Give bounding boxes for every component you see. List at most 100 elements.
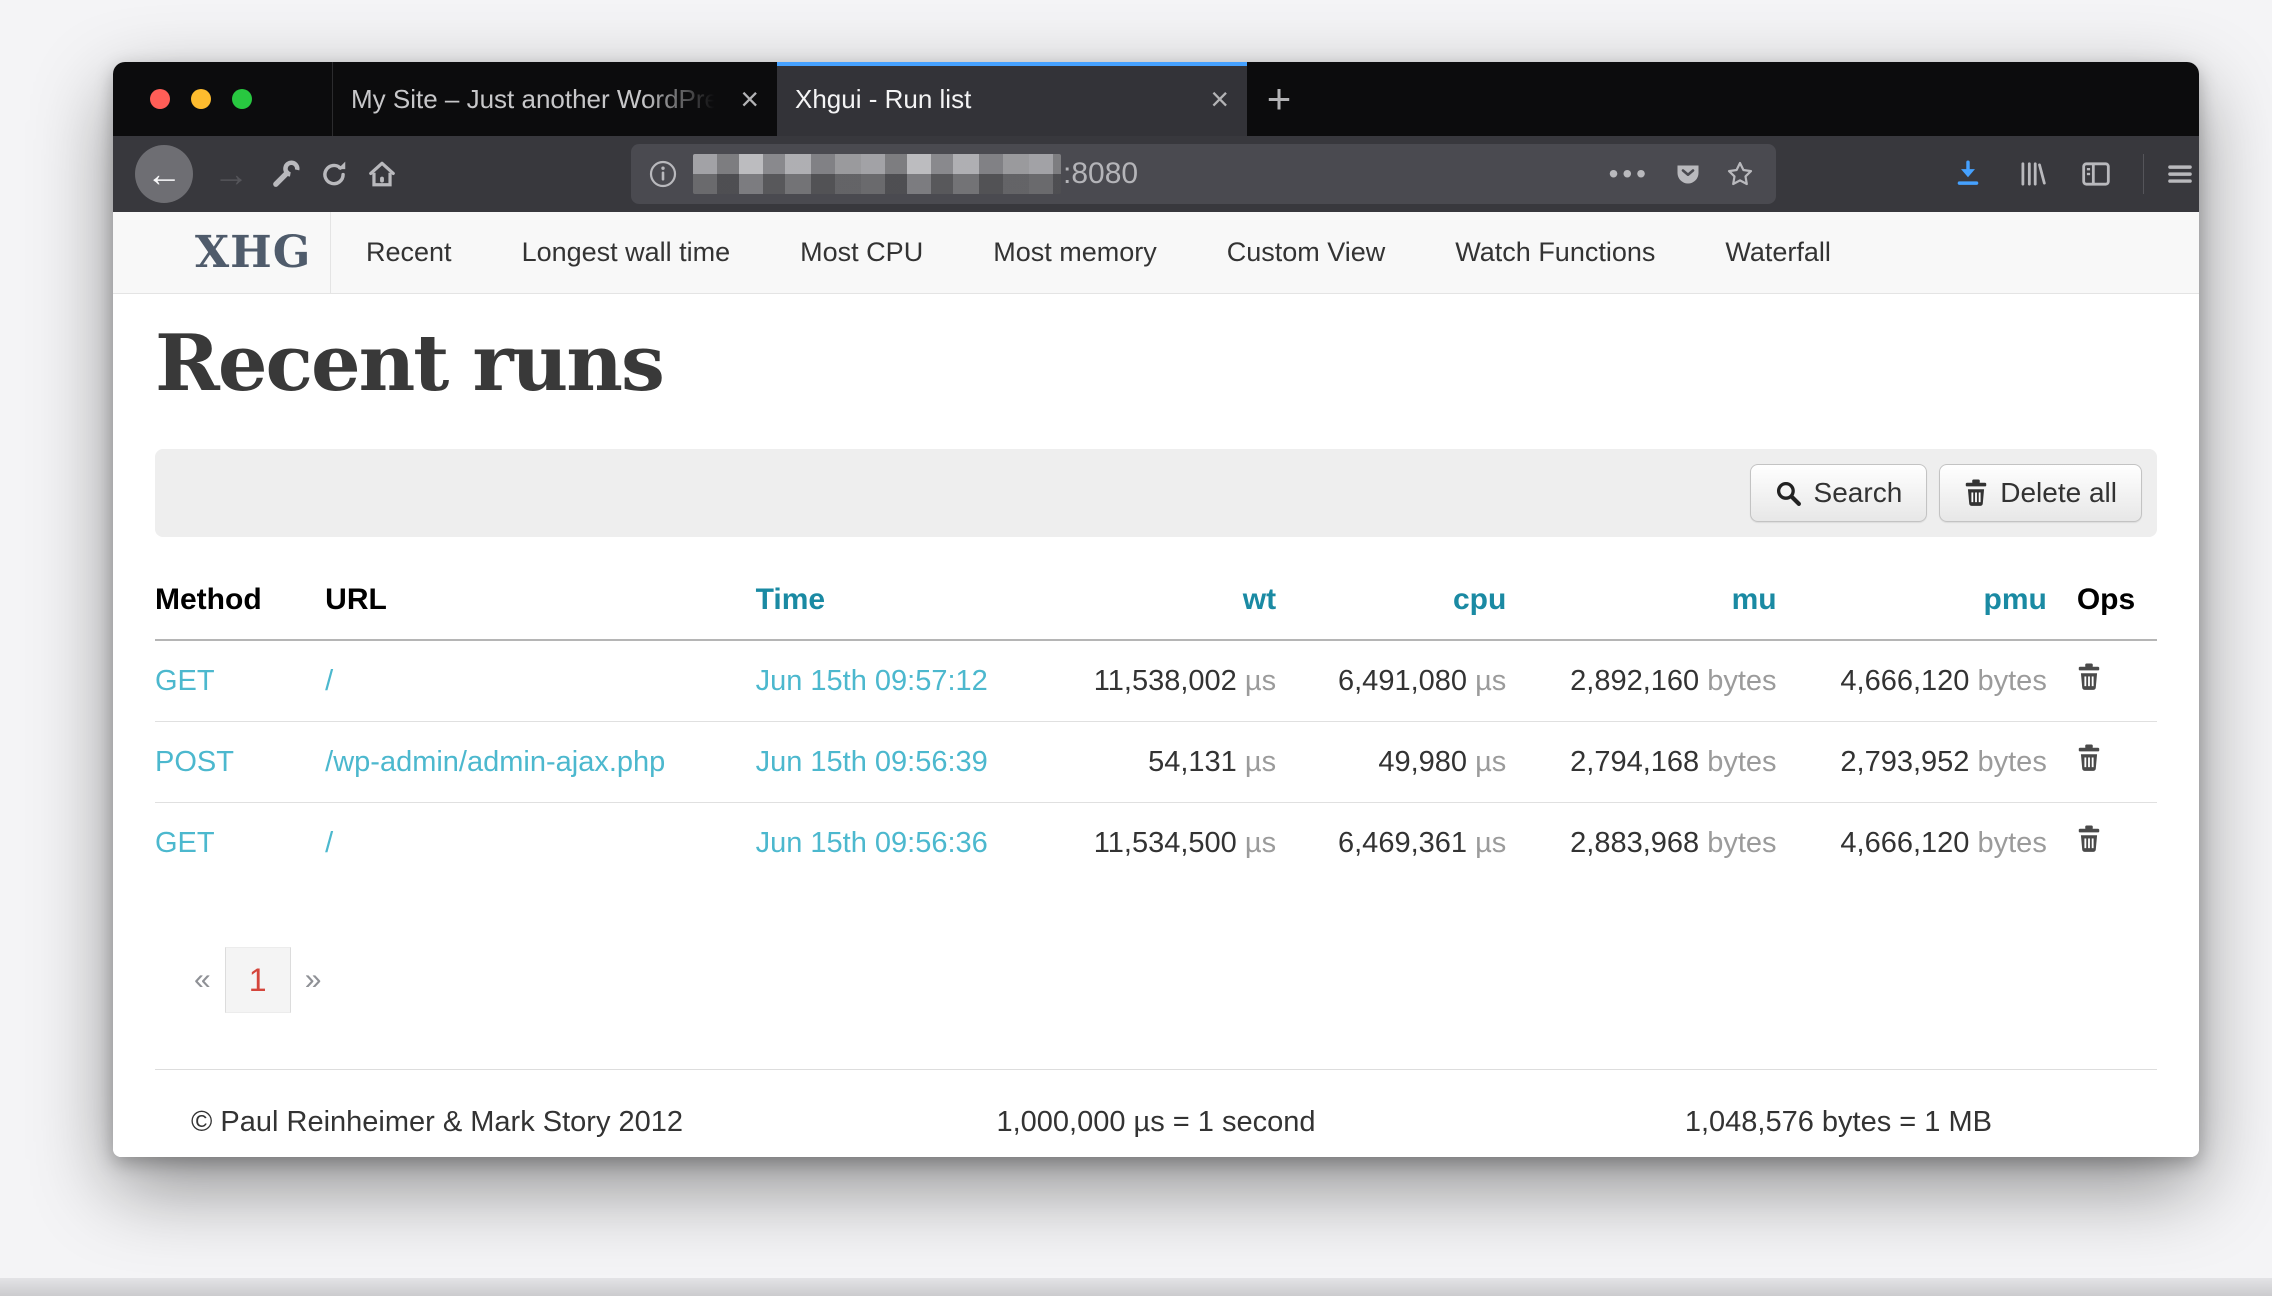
pagination: « 1 »: [180, 947, 2157, 1013]
reload-icon[interactable]: [319, 159, 349, 189]
library-icon[interactable]: [2017, 159, 2047, 189]
footer-time-note: 1,000,000 µs = 1 second: [822, 1106, 1489, 1139]
cpu-value: 6,469,361: [1338, 827, 1467, 859]
delete-all-button[interactable]: Delete all: [1939, 464, 2142, 522]
time-link[interactable]: Jun 15th 09:56:36: [756, 827, 988, 859]
mu-unit: bytes: [1707, 746, 1776, 778]
pmu-value: 2,793,952: [1840, 746, 1969, 778]
menu-icon[interactable]: [2165, 159, 2195, 189]
close-tab-icon[interactable]: ×: [1196, 83, 1229, 115]
fullscreen-window-button[interactable]: [232, 89, 252, 109]
page-content: XHG Recent Longest wall time Most CPU Mo…: [113, 212, 2199, 1157]
nav-item-most-memory[interactable]: Most memory: [958, 212, 1192, 293]
delete-run-button[interactable]: [2077, 744, 2101, 772]
column-header-pmu[interactable]: pmu: [1777, 565, 2047, 640]
wrench-icon[interactable]: [271, 159, 301, 189]
mu-unit: bytes: [1707, 665, 1776, 697]
close-tab-icon[interactable]: ×: [726, 83, 759, 115]
delete-run-button[interactable]: [2077, 825, 2101, 853]
column-header-wt[interactable]: wt: [1016, 565, 1276, 640]
url-link[interactable]: /: [325, 665, 333, 697]
tab-my-site[interactable]: My Site – Just another WordPress si ×: [332, 62, 777, 136]
cpu-value: 49,980: [1378, 746, 1467, 778]
toolbar-divider: [2143, 154, 2144, 194]
nav-item-recent[interactable]: Recent: [331, 212, 487, 293]
xhgui-navbar: XHG Recent Longest wall time Most CPU Mo…: [113, 212, 2199, 294]
mu-unit: bytes: [1707, 827, 1776, 859]
cpu-unit: µs: [1475, 746, 1506, 778]
pmu-unit: bytes: [1978, 665, 2047, 697]
method-link[interactable]: GET: [155, 665, 215, 697]
wt-value: 54,131: [1148, 746, 1237, 778]
column-header-time[interactable]: Time: [756, 565, 1016, 640]
pagination-next[interactable]: »: [291, 963, 336, 997]
navigation-toolbar: ← →: [113, 136, 2199, 212]
back-button[interactable]: ←: [135, 145, 193, 203]
desktop-floor: [0, 1278, 2272, 1296]
time-link[interactable]: Jun 15th 09:57:12: [756, 665, 988, 697]
wt-unit: µs: [1245, 827, 1276, 859]
wt-value: 11,538,002: [1094, 665, 1237, 697]
pagination-prev[interactable]: «: [180, 963, 225, 997]
tab-title: My Site – Just another WordPress si: [351, 84, 726, 115]
nav-item-longest-wall-time[interactable]: Longest wall time: [487, 212, 766, 293]
footer: © Paul Reinheimer & Mark Story 2012 1,00…: [155, 1069, 2157, 1139]
run-row: POST /wp-admin/admin-ajax.php Jun 15th 0…: [155, 722, 2157, 803]
cpu-unit: µs: [1475, 665, 1506, 697]
wt-unit: µs: [1245, 746, 1276, 778]
pmu-unit: bytes: [1978, 746, 2047, 778]
nav-item-custom-view[interactable]: Custom View: [1192, 212, 1421, 293]
url-link[interactable]: /wp-admin/admin-ajax.php: [325, 746, 665, 778]
runs-table: Method URL Time wt cpu mu pmu Ops GET /: [155, 565, 2157, 883]
pocket-icon[interactable]: [1674, 160, 1702, 188]
pagination-page-1[interactable]: 1: [225, 947, 291, 1013]
cpu-value: 6,491,080: [1338, 665, 1467, 697]
method-link[interactable]: POST: [155, 746, 234, 778]
sidebar-icon[interactable]: [2081, 159, 2111, 189]
column-header-url: URL: [325, 565, 755, 640]
nav-item-watch-functions[interactable]: Watch Functions: [1420, 212, 1690, 293]
page-title: Recent runs: [155, 318, 2157, 409]
tab-bar: My Site – Just another WordPress si × Xh…: [113, 62, 2199, 136]
column-header-method: Method: [155, 565, 325, 640]
actions-panel: Search: [155, 449, 2157, 537]
nav-item-most-cpu[interactable]: Most CPU: [765, 212, 958, 293]
browser-window: My Site – Just another WordPress si × Xh…: [113, 62, 2199, 1157]
pmu-value: 4,666,120: [1840, 665, 1969, 697]
delete-run-button[interactable]: [2077, 663, 2101, 691]
column-header-mu[interactable]: mu: [1506, 565, 1776, 640]
url-bar[interactable]: :8080 •••: [631, 144, 1776, 204]
search-button[interactable]: Search: [1750, 464, 1928, 522]
tab-xhgui-run-list[interactable]: Xhgui - Run list ×: [777, 62, 1247, 136]
logo-box: XHG: [113, 212, 331, 293]
time-link[interactable]: Jun 15th 09:56:39: [756, 746, 988, 778]
footer-copyright: © Paul Reinheimer & Mark Story 2012: [155, 1106, 822, 1139]
column-header-cpu[interactable]: cpu: [1276, 565, 1506, 640]
censored-host: [693, 154, 1061, 194]
pmu-value: 4,666,120: [1840, 827, 1969, 859]
page-actions-icon[interactable]: •••: [1609, 158, 1650, 190]
close-window-button[interactable]: [150, 89, 170, 109]
xhgui-logo[interactable]: XHG: [195, 227, 311, 278]
wt-value: 11,534,500: [1094, 827, 1237, 859]
search-button-label: Search: [1814, 477, 1903, 509]
downloads-icon[interactable]: [1953, 159, 1983, 189]
search-icon: [1775, 480, 1802, 507]
minimize-window-button[interactable]: [191, 89, 211, 109]
forward-button[interactable]: →: [209, 156, 253, 192]
window-controls: [113, 62, 332, 136]
table-header-row: Method URL Time wt cpu mu pmu Ops: [155, 565, 2157, 640]
nav-items: Recent Longest wall time Most CPU Most m…: [331, 212, 1866, 293]
bookmark-star-icon[interactable]: [1726, 160, 1754, 188]
site-info-icon[interactable]: [649, 160, 677, 188]
new-tab-button[interactable]: +: [1247, 62, 1311, 136]
url-link[interactable]: /: [325, 827, 333, 859]
home-icon[interactable]: [367, 159, 397, 189]
nav-item-waterfall[interactable]: Waterfall: [1690, 212, 1866, 293]
cpu-unit: µs: [1475, 827, 1506, 859]
method-link[interactable]: GET: [155, 827, 215, 859]
mu-value: 2,892,160: [1570, 665, 1699, 697]
wt-unit: µs: [1245, 665, 1276, 697]
run-row: GET / Jun 15th 09:56:36 11,534,500 µs 6,…: [155, 803, 2157, 884]
tab-title: Xhgui - Run list: [795, 84, 1196, 115]
